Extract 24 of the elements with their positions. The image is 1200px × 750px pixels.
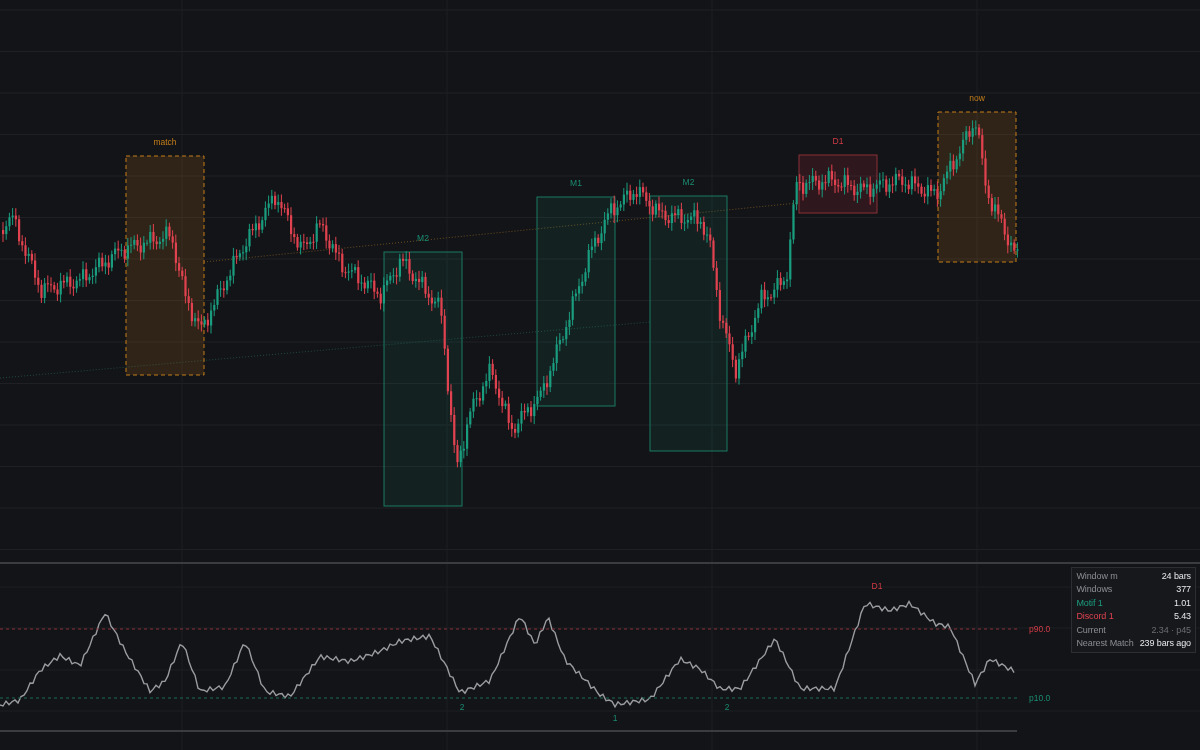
- region-label: M2: [682, 177, 695, 187]
- threshold-label: p90.0: [1029, 624, 1051, 634]
- region-label: now: [969, 93, 985, 103]
- threshold-label: p10.0: [1029, 693, 1051, 703]
- stat-label: Current: [1076, 623, 1106, 637]
- region-label: M2: [417, 233, 429, 243]
- marker-label: D1: [871, 581, 883, 591]
- stat-value: 2.34 · p45: [1151, 623, 1191, 637]
- stat-value: 1.01: [1173, 596, 1191, 610]
- stat-value: 377: [1176, 583, 1191, 597]
- stat-value: 5.43: [1173, 610, 1191, 624]
- stat-label: Discord 1: [1076, 610, 1114, 624]
- region-label: M1: [570, 178, 582, 188]
- marker-label: 2: [459, 702, 465, 712]
- region-label: match: [153, 137, 177, 147]
- stat-label: Nearest Match: [1076, 637, 1134, 651]
- stat-label: Windows: [1076, 583, 1113, 597]
- marker-label: 1: [612, 713, 618, 723]
- stat-label: Window m: [1076, 570, 1118, 583]
- stat-value: 239 bars ago: [1139, 637, 1191, 651]
- stat-value: 24 bars: [1161, 570, 1191, 583]
- marker-label: 2: [724, 702, 730, 712]
- region-label: D1: [832, 136, 844, 146]
- stat-label: Motif 1: [1076, 596, 1103, 610]
